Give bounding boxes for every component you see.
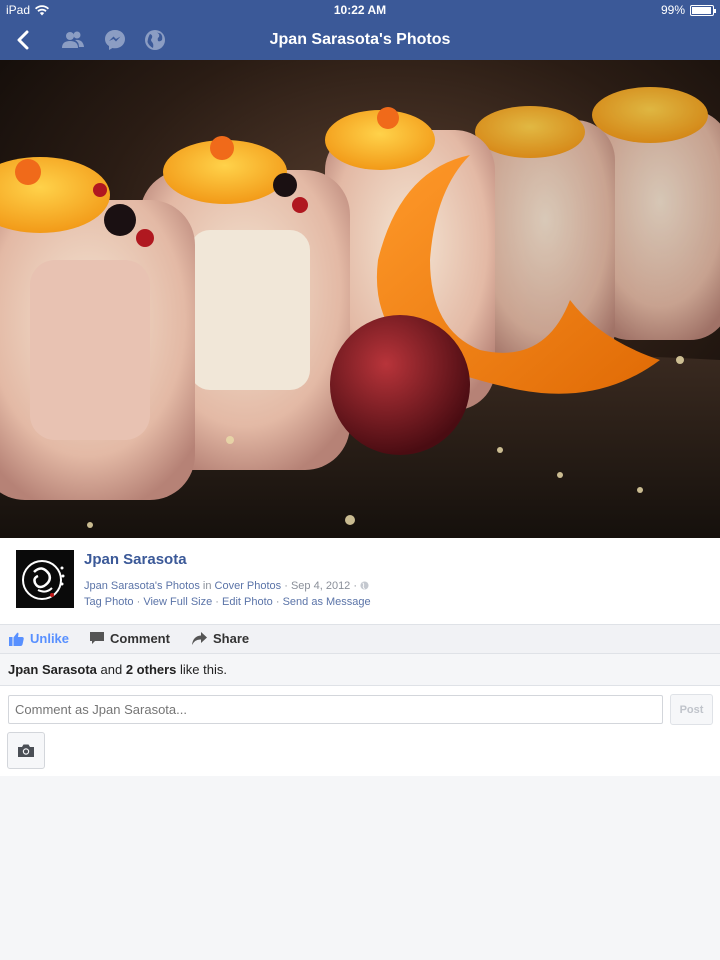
likes-suffix: like this. [180,662,227,677]
camera-button[interactable] [7,732,45,769]
likes-summary: Jpan Sarasota and 2 others like this. [0,654,720,686]
link-separator: · [215,596,219,608]
privacy-globe-icon [360,581,369,590]
battery-icon [690,4,716,16]
camera-icon [18,744,34,757]
share-label: Share [213,631,250,646]
link-separator: · [136,596,141,608]
album-name-link[interactable]: Cover Photos [215,580,282,592]
comment-button[interactable]: Comment [90,631,170,646]
album-link[interactable]: Jpan Sarasota's Photos [84,580,200,592]
unlike-button[interactable]: Unlike [9,631,69,646]
unlike-label: Unlike [30,631,70,646]
view-full-size-link[interactable]: View Full Size [143,596,212,608]
link-separator: · [275,596,280,608]
post-date: · Sep 4, 2012 · [284,580,358,592]
edit-photo-link[interactable]: Edit Photo [222,596,273,608]
battery-percent: 99% [660,3,685,17]
share-button[interactable]: Share [192,631,249,646]
post-button[interactable]: Post [670,694,713,725]
photo-info: Jpan Sarasota Jpan Sarasota's Photos in … [0,538,720,624]
likes-and: and [100,662,123,677]
comment-label: Comment [110,631,170,646]
in-text: in [202,580,212,592]
thumbs-up-icon [9,632,24,646]
comment-input[interactable] [8,695,663,724]
share-icon [192,632,207,645]
avatar[interactable] [16,550,74,608]
sushi-photo-image [0,60,720,538]
tag-photo-link[interactable]: Tag Photo [84,596,134,608]
liker-name[interactable]: Jpan Sarasota [8,662,97,677]
empty-area [0,776,720,960]
status-time: 10:22 AM [333,3,387,17]
post-meta: Jpan Sarasota's Photos in Cover Photos ·… [84,580,369,592]
status-bar: iPad 10:22 AM 99% [0,0,720,20]
cover-photo[interactable] [0,60,720,538]
comment-icon [90,632,104,644]
author-name[interactable]: Jpan Sarasota [84,551,187,568]
top-bar: iPad 10:22 AM 99% Jpan Sarasota's Photos [0,0,720,60]
photo-links: Tag Photo · View Full Size · Edit Photo … [84,596,371,608]
send-as-message-link[interactable]: Send as Message [283,596,371,608]
comment-composer: Post [0,686,720,776]
action-bar: Unlike Comment Share [0,624,720,654]
page-title: Jpan Sarasota's Photos [269,31,451,48]
nav-bar: Jpan Sarasota's Photos [0,20,720,60]
likes-others[interactable]: 2 others [126,662,177,677]
